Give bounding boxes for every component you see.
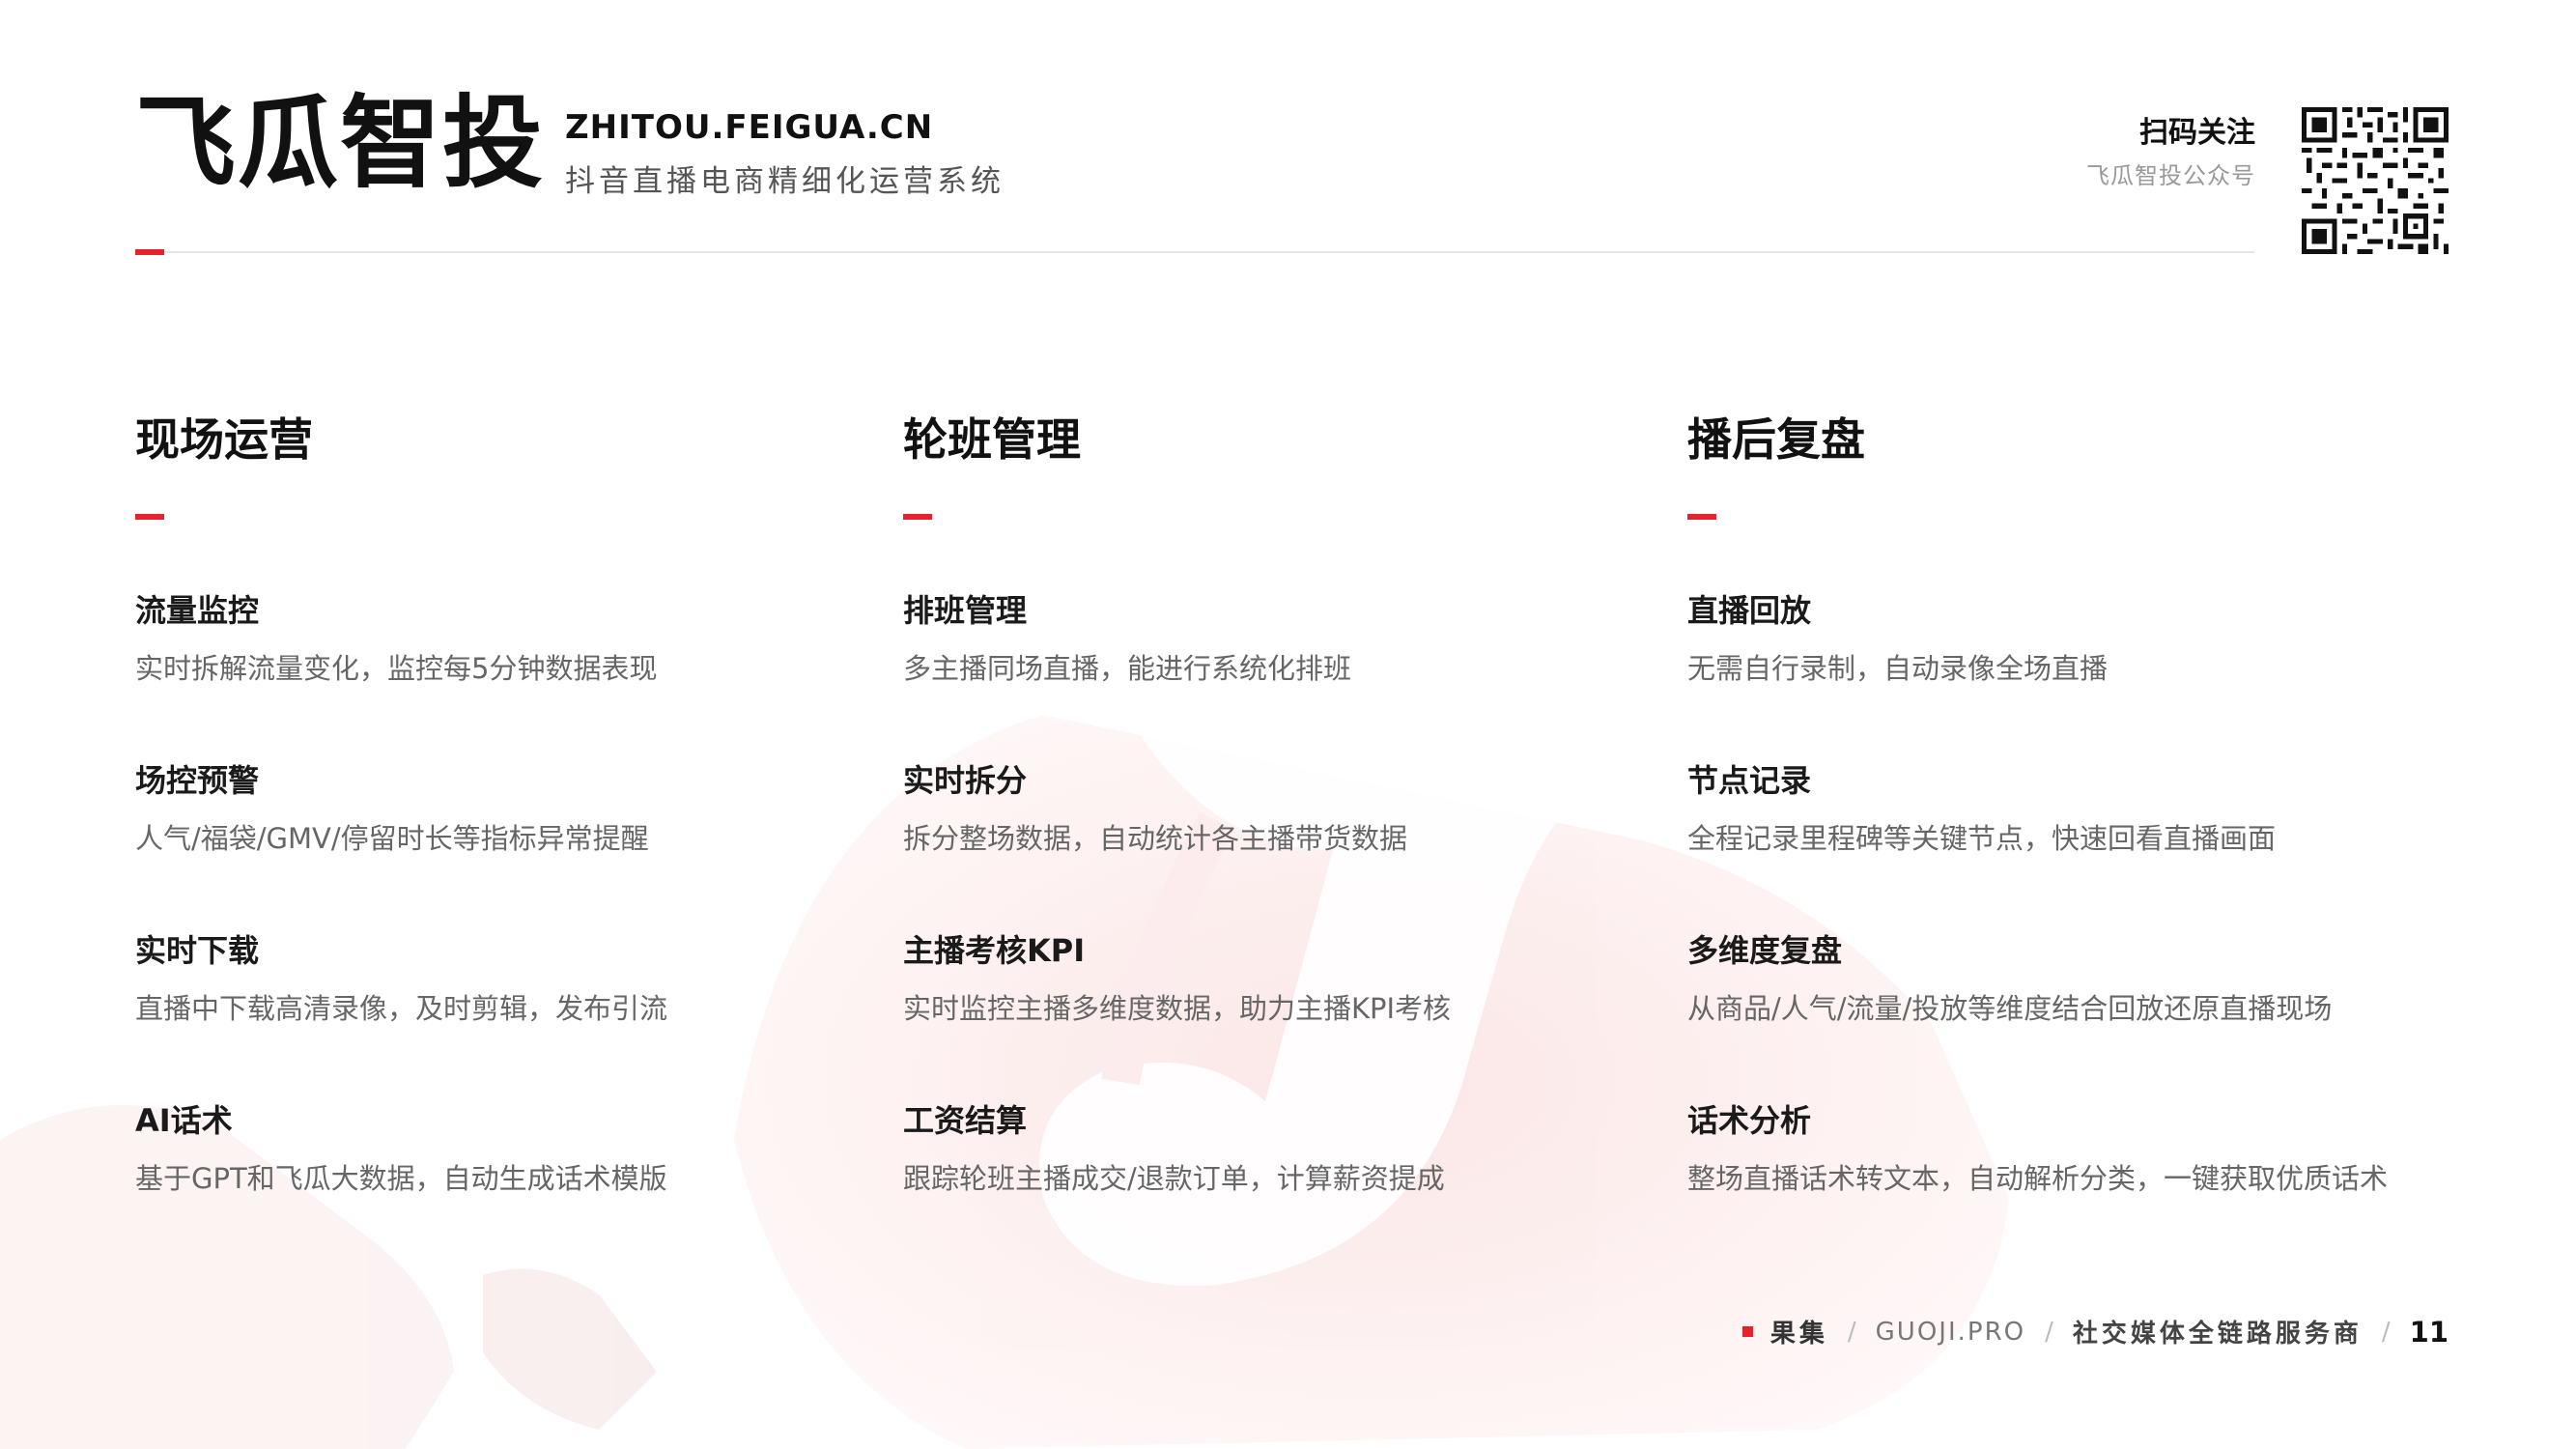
column-post-live-review: 播后复盘 直播回放 无需自行录制，自动录像全场直播 节点记录 全程记录里程碑等关… <box>1687 406 2421 1260</box>
feature-title: 实时下载 <box>135 932 260 969</box>
feature-item: 工资结算 跟踪轮班主播成交/退款订单，计算薪资提成 <box>903 1105 1637 1260</box>
brand-domain[interactable]: ZHITOU.FEIGUA.CN <box>565 108 933 147</box>
header-divider-accent <box>135 249 164 255</box>
column-title: 现场运营 <box>135 413 313 466</box>
brand-tagline: 抖音直播电商精细化运营系统 <box>565 164 1005 199</box>
feature-item: 排班管理 多主播同场直播，能进行系统化排班 <box>903 595 1637 750</box>
feature-description: 全程记录里程碑等关键节点，快速回看直播画面 <box>1687 822 2277 855</box>
column-title-accent <box>903 514 932 520</box>
header-divider <box>135 251 2254 253</box>
feature-description: 基于GPT和飞瓜大数据，自动生成话术模版 <box>135 1162 667 1195</box>
column-title: 轮班管理 <box>903 413 1081 466</box>
feature-title: 流量监控 <box>135 592 260 629</box>
column-shift-management: 轮班管理 排班管理 多主播同场直播，能进行系统化排班 实时拆分 拆分整场数据，自… <box>903 406 1637 1260</box>
qr-code-icon[interactable] <box>2302 107 2449 254</box>
feature-item: 场控预警 人气/福袋/GMV/停留时长等指标异常提醒 <box>135 765 869 920</box>
feature-description: 实时拆解流量变化，监控每5分钟数据表现 <box>135 652 658 685</box>
feature-description: 拆分整场数据，自动统计各主播带货数据 <box>903 822 1408 855</box>
feature-title: 话术分析 <box>1687 1102 1812 1139</box>
column-title-accent <box>135 514 164 520</box>
feature-description: 人气/福袋/GMV/停留时长等指标异常提醒 <box>135 822 649 855</box>
footer-separator: / <box>2381 1317 2391 1347</box>
column-title: 播后复盘 <box>1687 413 1865 466</box>
feature-item: 主播考核KPI 实时监控主播多维度数据，助力主播KPI考核 <box>903 935 1637 1090</box>
feature-description: 无需自行录制，自动录像全场直播 <box>1687 652 2109 685</box>
brand-title: 飞瓜智投 <box>135 84 546 202</box>
feature-item: 实时下载 直播中下载高清录像，及时剪辑，发布引流 <box>135 935 869 1090</box>
feature-item: 实时拆分 拆分整场数据，自动统计各主播带货数据 <box>903 765 1637 920</box>
feature-item: 节点记录 全程记录里程碑等关键节点，快速回看直播画面 <box>1687 765 2421 920</box>
feature-item: 多维度复盘 从商品/人气/流量/投放等维度结合回放还原直播现场 <box>1687 935 2421 1090</box>
feature-title: 多维度复盘 <box>1687 932 1843 969</box>
feature-item: 直播回放 无需自行录制，自动录像全场直播 <box>1687 595 2421 750</box>
footer-site[interactable]: GUOJI.PRO <box>1876 1318 2025 1347</box>
page-number: 11 <box>2409 1315 2449 1349</box>
feature-item: 流量监控 实时拆解流量变化，监控每5分钟数据表现 <box>135 595 869 750</box>
footer-separator: / <box>2045 1317 2053 1347</box>
feature-title: 主播考核KPI <box>903 932 1086 969</box>
feature-description: 整场直播话术转文本，自动解析分类，一键获取优质话术 <box>1687 1162 2389 1195</box>
footer-separator: / <box>1847 1317 1856 1347</box>
footer-square-icon <box>1741 1326 1753 1337</box>
footer-slogan: 社交媒体全链路服务商 <box>2072 1320 2363 1349</box>
feature-description: 实时监控主播多维度数据，助力主播KPI考核 <box>903 992 1452 1025</box>
feature-title: 工资结算 <box>903 1102 1028 1139</box>
column-onsite-operations: 现场运营 流量监控 实时拆解流量变化，监控每5分钟数据表现 场控预警 人气/福袋… <box>135 406 869 1260</box>
feature-title: 直播回放 <box>1687 592 1812 629</box>
feature-description: 跟踪轮班主播成交/退款订单，计算薪资提成 <box>903 1162 1445 1195</box>
slide: 飞瓜智投 ZHITOU.FEIGUA.CN 抖音直播电商精细化运营系统 扫码关注… <box>0 0 2576 1449</box>
feature-title: 场控预警 <box>135 762 260 799</box>
scan-follow-subtitle: 飞瓜智投公众号 <box>2086 162 2255 189</box>
column-title-accent <box>1687 514 1716 520</box>
feature-title: 排班管理 <box>903 592 1028 629</box>
feature-description: 多主播同场直播，能进行系统化排班 <box>903 652 1352 685</box>
feature-title: 实时拆分 <box>903 762 1028 799</box>
feature-item: 话术分析 整场直播话术转文本，自动解析分类，一键获取优质话术 <box>1687 1105 2421 1260</box>
feature-title: 节点记录 <box>1687 762 1812 799</box>
feature-item: AI话术 基于GPT和飞瓜大数据，自动生成话术模版 <box>135 1105 869 1260</box>
feature-description: 直播中下载高清录像，及时剪辑，发布引流 <box>135 992 668 1025</box>
footer-brand: 果集 <box>1769 1320 1828 1349</box>
feature-description: 从商品/人气/流量/投放等维度结合回放还原直播现场 <box>1687 992 2333 1025</box>
feature-title: AI话术 <box>135 1102 233 1139</box>
footer: 果集 / GUOJI.PRO / 社交媒体全链路服务商 / 11 <box>1741 1314 2449 1350</box>
scan-follow-title: 扫码关注 <box>2139 116 2255 150</box>
